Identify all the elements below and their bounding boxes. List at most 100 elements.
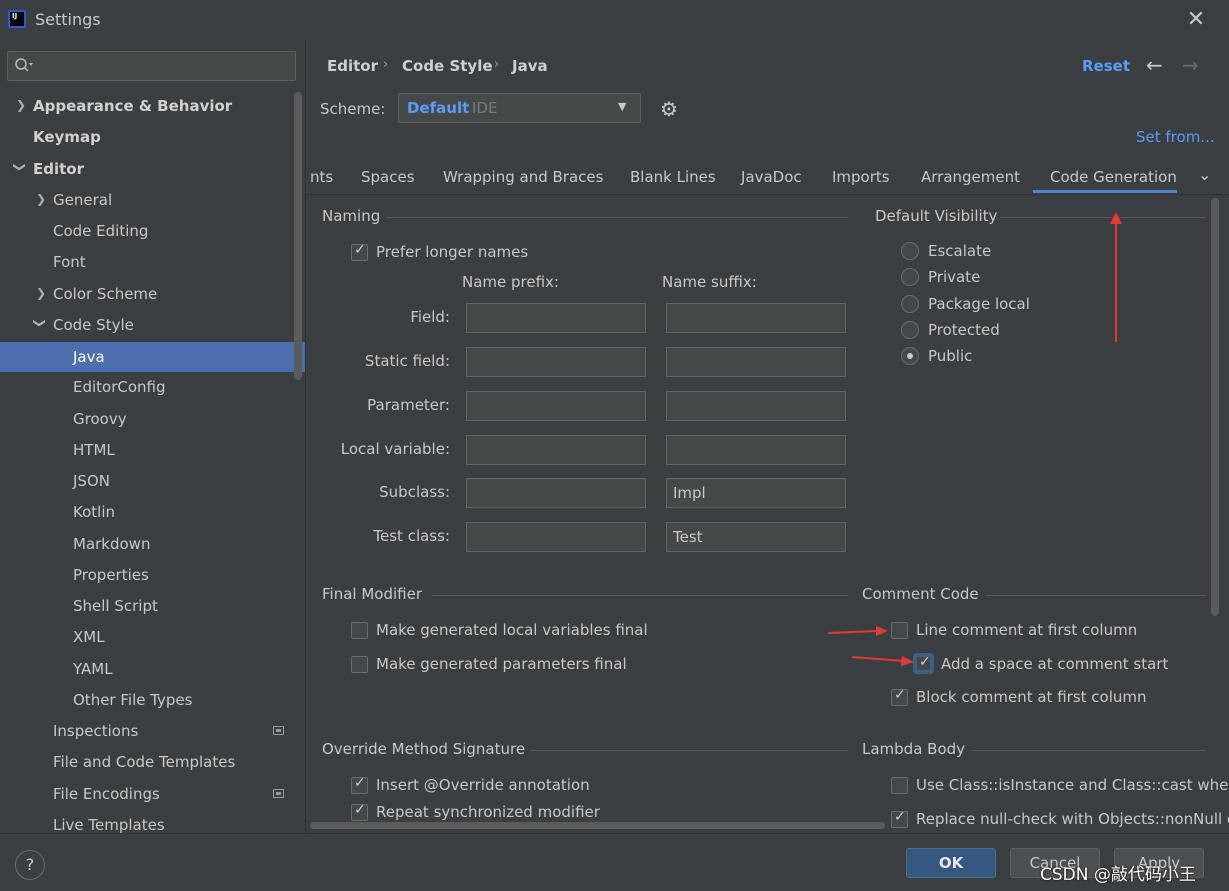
lambda-body-title: Lambda Body — [862, 740, 966, 758]
sidebar-item-markdown[interactable]: Markdown — [73, 529, 150, 559]
sidebar-item-other-file-types[interactable]: Other File Types — [73, 685, 193, 715]
sidebar-item-keymap[interactable]: Keymap — [33, 122, 101, 152]
visibility-public-radio[interactable] — [901, 347, 919, 365]
use-class-isinstance-label: Use Class::isInstance and Class::cast wh… — [916, 776, 1229, 794]
help-button[interactable]: ? — [15, 850, 45, 880]
sidebar-item-file-encodings[interactable]: File Encodings — [53, 779, 160, 809]
section-divider — [387, 217, 848, 218]
content-scrollbar[interactable] — [1211, 198, 1219, 616]
chevron-down-icon[interactable]: ❯ — [13, 162, 27, 172]
test-class-label: Test class: — [373, 527, 450, 545]
sidebar-item-editor[interactable]: Editor — [33, 154, 84, 184]
sidebar-item-json[interactable]: JSON — [73, 466, 110, 496]
sidebar-item-properties[interactable]: Properties — [73, 560, 149, 590]
local-variable-suffix-input[interactable] — [666, 435, 846, 465]
sidebar-item-java[interactable]: Java — [0, 342, 305, 372]
sidebar-item-xml[interactable]: XML — [73, 622, 105, 652]
sidebar-item-shell-script[interactable]: Shell Script — [73, 591, 158, 621]
use-class-isinstance-checkbox[interactable] — [891, 777, 908, 794]
section-divider — [531, 750, 848, 751]
set-from-link[interactable]: Set from... — [1136, 128, 1215, 146]
sidebar-item-code-style[interactable]: Code Style — [53, 310, 134, 340]
tab-blank-lines[interactable]: Blank Lines — [630, 168, 716, 186]
search-input[interactable] — [7, 51, 296, 81]
visibility-protected-radio[interactable] — [901, 321, 919, 339]
field-label: Field: — [410, 308, 450, 326]
visibility-private-radio[interactable] — [901, 268, 919, 286]
reset-link[interactable]: Reset — [1082, 57, 1130, 75]
tab-spaces[interactable]: Spaces — [361, 168, 415, 186]
sidebar-item-general[interactable]: General — [53, 185, 112, 215]
final-params-checkbox[interactable] — [351, 656, 368, 673]
forward-arrow-icon[interactable]: → — [1182, 53, 1199, 77]
tabs-divider — [306, 194, 1229, 195]
sidebar-item-file-code-templates[interactable]: File and Code Templates — [53, 747, 235, 777]
breadcrumb-editor[interactable]: Editor — [327, 57, 378, 75]
parameter-suffix-input[interactable] — [666, 391, 846, 421]
close-icon[interactable]: ✕ — [1184, 8, 1208, 32]
sidebar-item-html[interactable]: HTML — [73, 435, 115, 465]
gear-icon[interactable]: ⚙ — [660, 97, 678, 121]
add-space-comment-checkbox[interactable] — [915, 654, 932, 672]
scheme-label: Scheme: — [320, 100, 386, 118]
sidebar-item-groovy[interactable]: Groovy — [73, 404, 127, 434]
insert-override-checkbox[interactable] — [351, 775, 368, 794]
sidebar-item-yaml[interactable]: YAML — [73, 654, 113, 684]
sidebar-item-editorconfig[interactable]: EditorConfig — [73, 372, 166, 402]
tab-imports[interactable]: Imports — [832, 168, 890, 186]
override-signature-title: Override Method Signature — [322, 740, 526, 758]
subclass-suffix-input[interactable]: Impl — [666, 478, 846, 508]
back-arrow-icon[interactable]: ← — [1146, 53, 1163, 77]
sidebar-item-color-scheme[interactable]: Color Scheme — [53, 279, 157, 309]
title-bar — [0, 0, 1229, 40]
final-local-vars-label: Make generated local variables final — [376, 621, 648, 639]
dropdown-triangle-icon[interactable]: ▼ — [618, 100, 626, 113]
chevron-down-icon[interactable]: ⌄ — [1198, 165, 1211, 184]
field-prefix-input[interactable] — [466, 303, 646, 333]
test-class-suffix-input[interactable]: Test — [666, 522, 846, 552]
breadcrumb-code-style[interactable]: Code Style — [402, 57, 493, 75]
sidebar-item-appearance[interactable]: Appearance & Behavior — [33, 91, 232, 121]
tab-wrapping-braces[interactable]: Wrapping and Braces — [443, 168, 603, 186]
scheme-scope: IDE — [472, 99, 498, 117]
local-variable-prefix-input[interactable] — [466, 435, 646, 465]
breadcrumb-separator-icon: › — [383, 57, 389, 72]
ok-button[interactable]: OK — [906, 848, 996, 878]
chevron-right-icon[interactable]: ❯ — [16, 98, 26, 112]
sidebar-item-inspections[interactable]: Inspections — [53, 716, 138, 746]
tab-javadoc[interactable]: JavaDoc — [741, 168, 802, 186]
block-comment-first-column-checkbox[interactable] — [891, 687, 908, 706]
subclass-prefix-input[interactable] — [466, 478, 646, 508]
final-local-vars-checkbox[interactable] — [351, 622, 368, 639]
prefer-longer-names-checkbox[interactable] — [351, 242, 368, 261]
chevron-right-icon[interactable]: ❯ — [36, 192, 46, 206]
name-prefix-header: Name prefix: — [462, 273, 559, 291]
active-tab-indicator — [1033, 190, 1177, 193]
visibility-escalate-radio[interactable] — [901, 242, 919, 260]
visibility-package-local-radio[interactable] — [901, 295, 919, 313]
line-comment-first-column-checkbox[interactable] — [891, 622, 908, 639]
tab-code-generation[interactable]: Code Generation — [1050, 168, 1177, 186]
field-suffix-input[interactable] — [666, 303, 846, 333]
sidebar-item-code-editing[interactable]: Code Editing — [53, 216, 148, 246]
prefer-longer-names-label: Prefer longer names — [376, 243, 529, 261]
line-comment-first-column-label: Line comment at first column — [916, 621, 1138, 639]
static-field-prefix-input[interactable] — [466, 347, 646, 377]
sidebar-item-kotlin[interactable]: Kotlin — [73, 497, 115, 527]
final-params-label: Make generated parameters final — [376, 655, 627, 673]
test-class-prefix-input[interactable] — [466, 522, 646, 552]
insert-override-label: Insert @Override annotation — [376, 776, 590, 794]
static-field-suffix-input[interactable] — [666, 347, 846, 377]
sidebar-item-font[interactable]: Font — [53, 247, 86, 277]
repeat-synchronized-checkbox[interactable] — [351, 802, 368, 821]
tab-arrangement[interactable]: Arrangement — [921, 168, 1020, 186]
parameter-prefix-input[interactable] — [466, 391, 646, 421]
chevron-right-icon[interactable]: ❯ — [36, 286, 46, 300]
horizontal-scrollbar[interactable] — [310, 822, 885, 829]
tab-tabs-and-indents[interactable]: nts — [310, 168, 333, 186]
replace-null-check-checkbox[interactable] — [891, 809, 908, 828]
sidebar-scrollbar[interactable] — [294, 92, 302, 380]
visibility-package-local-label: Package local — [928, 295, 1030, 313]
chevron-down-icon[interactable]: ❯ — [33, 318, 47, 328]
replace-null-check-label: Replace null-check with Objects::nonNull… — [916, 810, 1229, 828]
